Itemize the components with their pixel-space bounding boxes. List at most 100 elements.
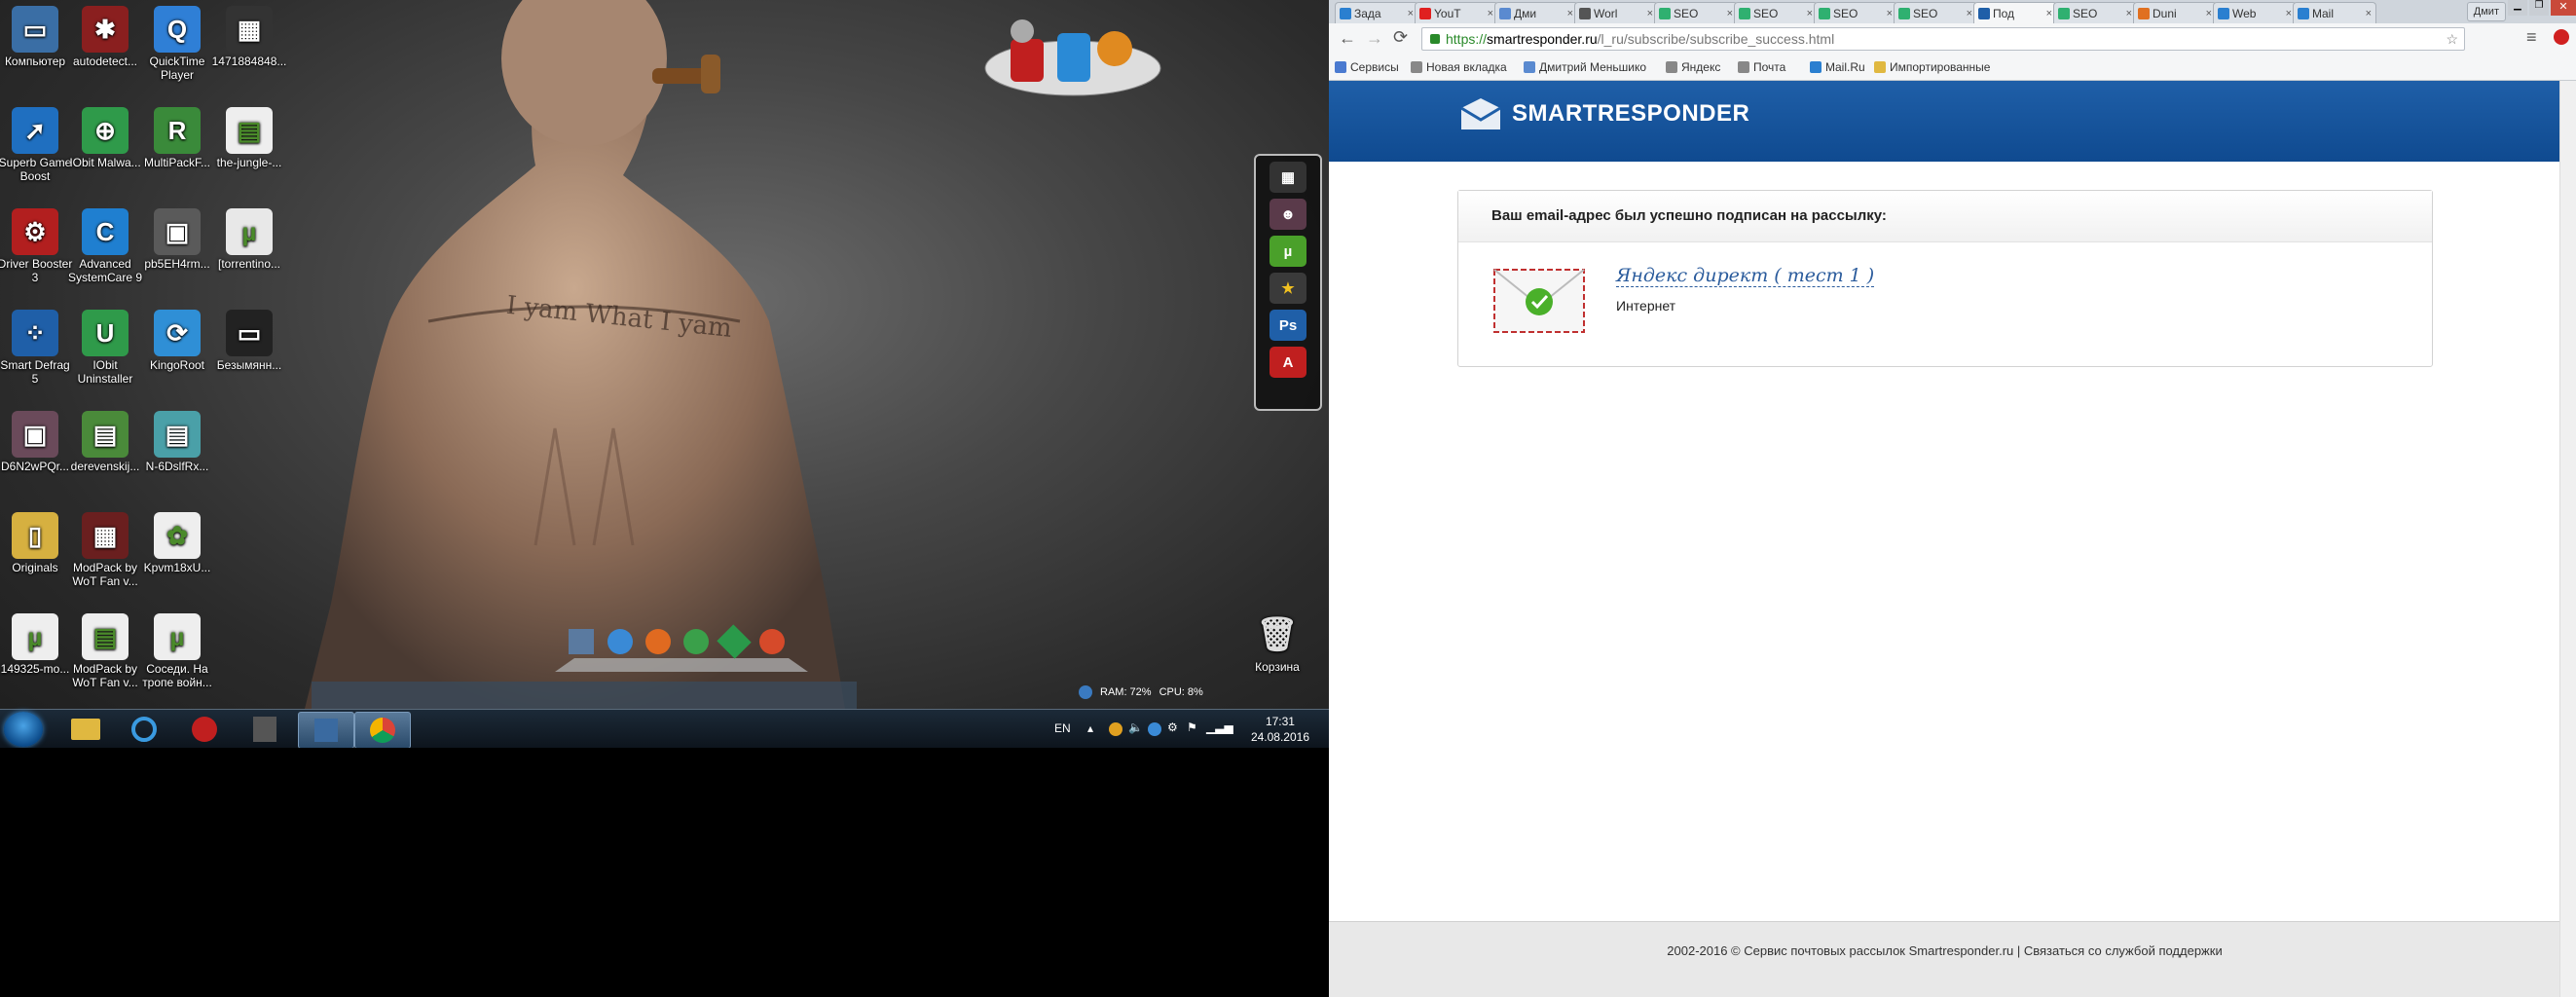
bookmark-star-icon[interactable]: ☆ (2446, 28, 2458, 50)
utorrent-icon[interactable]: µ (1270, 236, 1306, 267)
browser-tab[interactable]: Duni × (2133, 2, 2217, 23)
network-icon[interactable] (1148, 722, 1161, 736)
browser-tab[interactable]: SEO × (1734, 2, 1818, 23)
tab-close-icon[interactable]: × (1725, 8, 1733, 19)
browser-tab[interactable]: Дми × (1494, 2, 1578, 23)
start-button[interactable] (4, 712, 43, 747)
game-gadget-icon[interactable]: ☻ (1270, 199, 1306, 230)
tab-close-icon[interactable]: × (1565, 8, 1573, 19)
desktop-icon[interactable]: R MultiPackF... (138, 107, 216, 169)
desktop-icon[interactable]: µ Соседи. На тропе войн... (138, 613, 216, 689)
desktop-icon[interactable]: ▤ N-6DslfRx... (138, 411, 216, 473)
smartresponder-logo[interactable]: SMARTRESPONDER (1457, 94, 1749, 133)
desktop-icon[interactable]: ▣ pb5EH4rm... (138, 208, 216, 271)
desktop-icon[interactable]: ⁘ Smart Defrag 5 (0, 310, 74, 386)
minimize-button[interactable]: ▁ (2508, 0, 2527, 16)
desktop-icon[interactable]: µ [torrentino... (210, 208, 288, 271)
adobe-reader-icon[interactable]: A (1270, 347, 1306, 378)
flag-icon[interactable]: ⚑ (1187, 720, 1197, 734)
desktop-icon[interactable]: µ 149325-mo... (0, 613, 74, 676)
bookmark-label: Mail.Ru (1825, 60, 1865, 74)
chrome-taskbar-button[interactable] (354, 712, 411, 748)
bookmark-item[interactable]: Дмитрий Меньшико (1524, 60, 1646, 74)
tab-close-icon[interactable]: × (2204, 8, 2212, 19)
driver-booster-taskbar-button[interactable] (177, 712, 232, 747)
clock[interactable]: 17:31 24.08.2016 (1251, 714, 1309, 745)
star-gadget-icon[interactable]: ★ (1270, 273, 1306, 304)
tab-close-icon[interactable]: × (1965, 8, 1972, 19)
desktop-icon[interactable]: ▯ Originals (0, 512, 74, 574)
forward-arrow-icon[interactable]: → (1366, 28, 1383, 49)
bookmark-item[interactable]: Mail.Ru (1810, 60, 1865, 74)
tab-close-icon[interactable]: × (2364, 8, 2372, 19)
close-window-button[interactable]: ✕ (2551, 0, 2576, 16)
browser-tab[interactable]: Mail × (2293, 2, 2376, 23)
browser-tab[interactable]: YouT × (1415, 2, 1498, 23)
browser-tab[interactable]: SEO × (1894, 2, 1977, 23)
desktop-icon[interactable]: C Advanced SystemCare 9 (66, 208, 144, 284)
desktop-icon[interactable]: ⟳ KingoRoot (138, 310, 216, 372)
back-arrow-icon[interactable]: ← (1339, 28, 1356, 49)
tab-close-icon[interactable]: × (1645, 8, 1653, 19)
page-scrollbar[interactable] (2559, 81, 2576, 997)
wot-gadget-icon[interactable]: ▦ (1270, 162, 1306, 193)
desktop-app-icon: ▣ (12, 411, 58, 458)
tray-settings-icon[interactable]: ⚙ (1167, 720, 1178, 734)
browser-tab[interactable]: Worl × (1574, 2, 1658, 23)
save-taskbar-button[interactable] (298, 712, 354, 748)
maximize-button[interactable]: ❐ (2529, 0, 2549, 16)
tab-close-icon[interactable]: × (1406, 8, 1414, 19)
desktop-icon[interactable]: ▦ ModPack by WoT Fan v... (66, 512, 144, 588)
browser-tab[interactable]: Web × (2213, 2, 2297, 23)
bookmark-item[interactable]: Импортированные (1874, 60, 1990, 74)
desktop-icon[interactable]: ▣ D6N2wPQr... (0, 411, 74, 473)
desktop-icon[interactable]: ⚙ Driver Booster 3 (0, 208, 74, 284)
bookmark-item[interactable]: Новая вкладка (1411, 60, 1507, 74)
desktop-app-icon: ▤ (82, 411, 129, 458)
desktop-icon[interactable]: ▤ the-jungle-... (210, 107, 288, 169)
browser-tab[interactable]: SEO × (2053, 2, 2137, 23)
volume-icon[interactable]: 🔈 (1128, 720, 1143, 734)
bookmark-item[interactable]: Почта (1738, 60, 1785, 74)
desktop-app-icon: ▣ (154, 208, 201, 255)
tab-close-icon[interactable]: × (2044, 8, 2052, 19)
reload-icon[interactable]: ⟳ (1393, 27, 1408, 48)
menu-icon[interactable]: ≡ (2526, 27, 2537, 48)
wot-taskbar-button[interactable] (238, 712, 292, 747)
bookmark-item[interactable]: Яндекс (1666, 60, 1720, 74)
desktop-icon[interactable]: ▭ Безымянн... (210, 310, 288, 372)
browser-tab[interactable]: SEO × (1654, 2, 1738, 23)
tab-close-icon[interactable]: × (1805, 8, 1813, 19)
desktop-icon[interactable]: Q QuickTime Player (138, 6, 216, 82)
desktop-icon[interactable]: ▤ ModPack by WoT Fan v... (66, 613, 144, 689)
subscribed-list-link[interactable]: Яндекс директ ( тест 1 ) (1616, 265, 1875, 287)
tray-app-icon[interactable] (1109, 722, 1122, 736)
desktop-icon[interactable]: U IObit Uninstaller (66, 310, 144, 386)
desktop-icon[interactable]: ✱ autodetect... (66, 6, 144, 68)
browser-tab[interactable]: SEO × (1814, 2, 1897, 23)
desktop-icon[interactable]: ➚ Superb Game Boost (0, 107, 74, 183)
media-gadget[interactable] (983, 10, 1163, 97)
user-profile-button[interactable]: Дмит (2466, 2, 2506, 21)
signal-icon[interactable]: ▁▃▅ (1206, 720, 1233, 734)
desktop-icon[interactable]: ▤ derevenskij... (66, 411, 144, 473)
recycle-bin-icon[interactable]: 🗑 Корзина (1238, 611, 1316, 674)
tab-close-icon[interactable]: × (1885, 8, 1893, 19)
advanced-systemcare-taskbar-button[interactable] (117, 712, 171, 747)
desktop-icon[interactable]: ▦ 1471884848... (210, 6, 288, 68)
desktop-icon[interactable]: ⊕ IObit Malwa... (66, 107, 144, 169)
browser-tab[interactable]: Под × (1973, 2, 2057, 23)
tab-close-icon[interactable]: × (1486, 8, 1493, 19)
desktop-icon[interactable]: ▭ Компьютер (0, 6, 74, 68)
browser-tab[interactable]: Зада × (1335, 2, 1418, 23)
opera-extension-icon[interactable] (2554, 29, 2569, 45)
address-bar[interactable]: https://smartresponder.ru/l_ru/subscribe… (1421, 27, 2465, 51)
desktop-icon[interactable]: ✿ Kpvm18xU... (138, 512, 216, 574)
language-indicator[interactable]: EN (1054, 721, 1071, 735)
explorer-taskbar-button[interactable] (58, 712, 113, 747)
tab-close-icon[interactable]: × (2284, 8, 2292, 19)
tab-close-icon[interactable]: × (2124, 8, 2132, 19)
bookmark-item[interactable]: Сервисы (1335, 60, 1399, 74)
photoshop-icon[interactable]: Ps (1270, 310, 1306, 341)
tray-chevron-icon[interactable]: ▴ (1087, 721, 1093, 735)
